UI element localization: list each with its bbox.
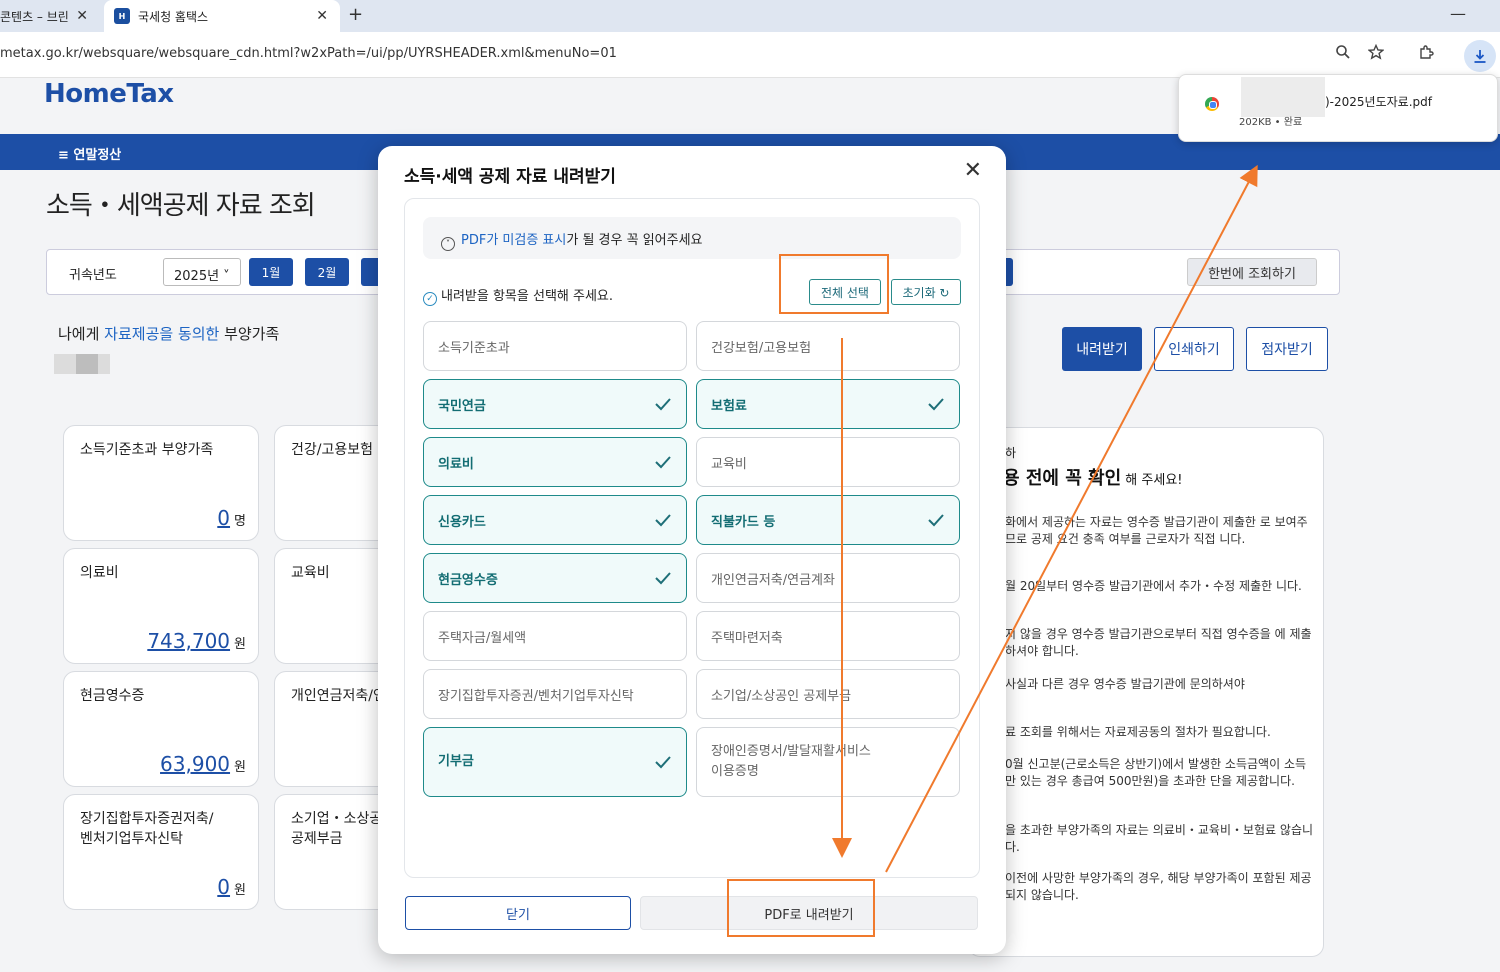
extensions-icon[interactable] xyxy=(1418,44,1434,64)
deduction-option-label: 보험료 xyxy=(711,398,747,414)
annotation-highlight-pdf-button xyxy=(727,879,875,937)
deduction-option[interactable]: 의료비 xyxy=(423,437,687,487)
tab-title: 국세청 홈택스 xyxy=(138,9,209,24)
pdf-warning[interactable]: ˅ PDF가 미검증 표시가 될 경우 꼭 읽어주세요 xyxy=(423,217,961,259)
zoom-icon[interactable] xyxy=(1335,44,1351,64)
deduction-option-label: 의료비 xyxy=(438,456,474,472)
hometax-favicon-icon: H xyxy=(114,8,130,24)
deduction-option-label: 국민연금 xyxy=(438,398,486,414)
summary-card[interactable]: 장기집합투자증권저축/ 벤처기업투자신탁 0원 xyxy=(63,794,259,910)
address-bar: metax.go.kr/websquare/websquare_cdn.html… xyxy=(0,32,1500,78)
deduction-option[interactable]: 국민연금 xyxy=(423,379,687,429)
notice-heading: 용 전에 꼭 확인 해 주세요! xyxy=(1003,468,1183,489)
braille-button[interactable]: 점자받기 xyxy=(1246,327,1328,371)
deduction-option[interactable]: 개인연금저축/연금계좌 xyxy=(696,553,960,603)
deduction-option-label: 소득기준초과 xyxy=(438,340,510,356)
download-meta: 202KB • 완료 xyxy=(1239,117,1303,128)
tab-hometax[interactable]: H 국세청 홈택스 ✕ xyxy=(104,0,340,32)
menu-yearend[interactable]: ≡ 연말정산 xyxy=(58,144,121,163)
deduction-option-label: 신용카드 xyxy=(438,514,486,530)
redacted-filename xyxy=(1241,77,1325,117)
bookmark-star-icon[interactable] xyxy=(1367,43,1385,64)
redacted-family-name xyxy=(54,354,110,374)
summary-card[interactable]: 소득기준초과 부양가족 0명 xyxy=(63,425,259,541)
choose-instruction: ✓ 내려받을 항목을 선택해 주세요. xyxy=(423,285,613,306)
deduction-option-label: 주택마련저축 xyxy=(711,630,783,646)
annotation-highlight-select-all xyxy=(779,254,889,314)
deduction-option[interactable]: 신용카드 xyxy=(423,495,687,545)
deduction-option-label: 소기업/소상공인 공제부금 xyxy=(711,688,852,704)
deduction-option-label: 건강보험/고용보험 xyxy=(711,340,812,356)
checkmark-icon xyxy=(655,756,671,769)
url-field[interactable]: metax.go.kr/websquare/websquare_cdn.html… xyxy=(0,46,617,61)
minimize-button[interactable]: — xyxy=(1450,4,1466,23)
summary-card[interactable]: 현금영수증 63,900 원 xyxy=(63,671,259,787)
close-icon[interactable]: ✕ xyxy=(964,158,982,183)
hometax-logo[interactable]: HomeTax xyxy=(44,79,174,109)
month-button-1[interactable]: 1월 xyxy=(249,258,293,286)
tab-contents[interactable]: 콘텐츠 – 브린 ✕ xyxy=(0,0,100,32)
deduction-option[interactable]: 소득기준초과 xyxy=(423,321,687,371)
month-button-2[interactable]: 2월 xyxy=(305,258,349,286)
page-title: 소득・세액공제 자료 조회 xyxy=(46,191,316,221)
modal-body: ˅ PDF가 미검증 표시가 될 경우 꼭 읽어주세요 ✓ 내려받을 항목을 선택해… xyxy=(404,198,980,878)
chrome-file-icon xyxy=(1205,97,1219,111)
search-all-button[interactable]: 한번에 조회하기 xyxy=(1187,258,1317,286)
deduction-option-label: 장애인증명서/발달재활서비스 이용증명 xyxy=(711,744,871,779)
checkmark-icon xyxy=(655,398,671,411)
deduction-option[interactable]: 장애인증명서/발달재활서비스 이용증명 xyxy=(696,727,960,797)
checkmark-icon xyxy=(928,398,944,411)
deduction-option[interactable]: 기부금 xyxy=(423,727,687,797)
close-button[interactable]: 닫기 xyxy=(405,896,631,930)
checkmark-icon xyxy=(655,456,671,469)
deduction-option-label: 직불카드 등 xyxy=(711,514,776,530)
download-icon[interactable] xyxy=(1464,40,1496,72)
deduction-option[interactable]: 직불카드 등 xyxy=(696,495,960,545)
deduction-option-label: 기부금 xyxy=(438,754,474,769)
modal-title: 소득·세액 공제 자료 내려받기 xyxy=(404,167,616,187)
deduction-option[interactable]: 소기업/소상공인 공제부금 xyxy=(696,669,960,719)
download-button[interactable]: 내려받기 xyxy=(1062,327,1142,371)
checkmark-icon xyxy=(655,572,671,585)
year-select[interactable]: 2025년 ˅ xyxy=(163,258,241,286)
new-tab-button[interactable]: + xyxy=(348,4,363,25)
deduction-option-label: 장기집합투자증권/벤처기업투자신탁 xyxy=(438,688,634,704)
deduction-option[interactable]: 보험료 xyxy=(696,379,960,429)
download-bubble[interactable]: )-2025년도자료.pdf 202KB • 완료 xyxy=(1178,74,1498,142)
tab-bar: 콘텐츠 – 브린 ✕ H 국세청 홈택스 ✕ + — xyxy=(0,0,1500,32)
deduction-option-label: 교육비 xyxy=(711,456,747,472)
reset-button[interactable]: 초기화 ↻ xyxy=(891,279,961,305)
tab-title: 콘텐츠 – 브린 xyxy=(0,9,69,24)
download-modal: 소득·세액 공제 자료 내려받기 ✕ ˅ PDF가 미검증 표시가 될 경우 꼭 … xyxy=(378,146,1006,954)
check-circle-icon: ✓ xyxy=(423,292,437,306)
download-filename[interactable]: )-2025년도자료.pdf xyxy=(1325,93,1432,110)
summary-card[interactable]: 의료비 743,700 원 xyxy=(63,548,259,664)
print-button[interactable]: 인쇄하기 xyxy=(1154,327,1234,371)
consent-heading: 나에게 자료제공을 동의한 부양가족 xyxy=(58,325,280,343)
checkmark-icon xyxy=(928,514,944,527)
deduction-option-label: 개인연금저축/연금계좌 xyxy=(711,572,835,588)
deduction-option[interactable]: 현금영수증 xyxy=(423,553,687,603)
close-icon[interactable]: ✕ xyxy=(316,8,328,24)
close-icon[interactable]: ✕ xyxy=(76,8,88,24)
deduction-option-label: 현금영수증 xyxy=(438,572,498,588)
notice-panel: 하 용 전에 꼭 확인 해 주세요! 화에서 제공하는 자료는 영수증 발급기관… xyxy=(968,427,1324,957)
checkmark-icon xyxy=(655,514,671,527)
deduction-option[interactable]: 교육비 xyxy=(696,437,960,487)
deduction-option[interactable]: 건강보험/고용보험 xyxy=(696,321,960,371)
deduction-option[interactable]: 장기집합투자증권/벤처기업투자신탁 xyxy=(423,669,687,719)
deduction-option[interactable]: 주택자금/월세액 xyxy=(423,611,687,661)
chevron-down-icon: ˅ xyxy=(441,237,455,251)
deduction-option[interactable]: 주택마련저축 xyxy=(696,611,960,661)
deduction-option-label: 주택자금/월세액 xyxy=(438,630,527,646)
year-label: 귀속년도 xyxy=(69,268,117,283)
